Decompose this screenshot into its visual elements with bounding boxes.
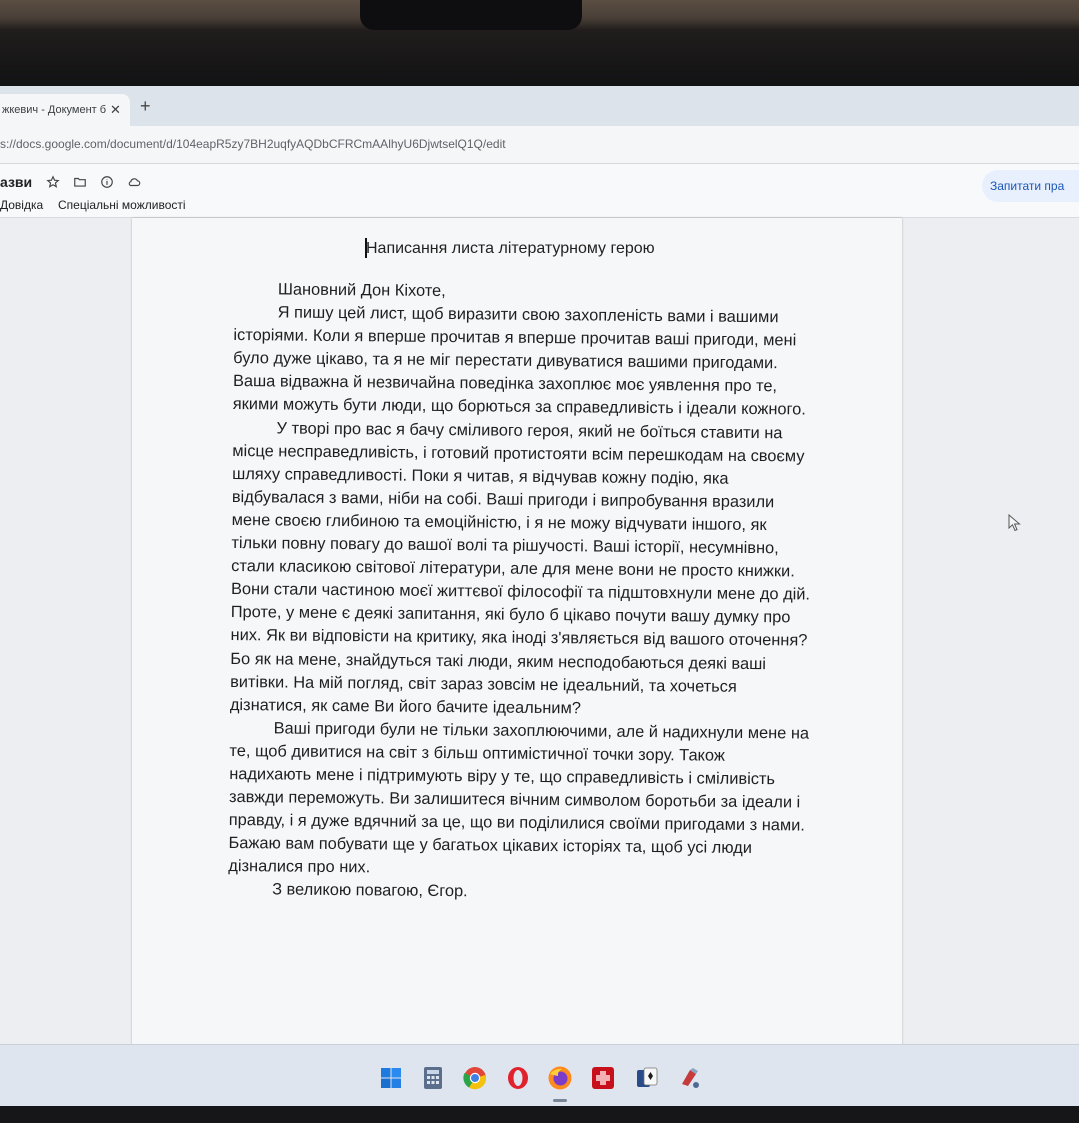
screen: жкевич - Документ бе ✕ + s://docs.google…: [0, 86, 1079, 1106]
taskbar: [0, 1044, 1079, 1106]
move-to-folder-icon[interactable]: [71, 173, 89, 191]
menu-help[interactable]: Довідка: [0, 198, 43, 212]
monitor-bezel: [0, 0, 1079, 88]
document-canvas: Написання листа літературному герою Шано…: [0, 218, 1079, 1106]
tab-title: жкевич - Документ бе: [2, 104, 106, 116]
active-app-indicator: [553, 1099, 567, 1102]
share-button[interactable]: Запитати пра: [982, 170, 1079, 202]
webcam: [360, 0, 582, 30]
star-icon[interactable]: [44, 173, 62, 191]
red-app-icon[interactable]: [590, 1065, 616, 1091]
mouse-pointer-icon: [1008, 514, 1021, 532]
paragraph: Я пишу цей лист, щоб виразити свою захоп…: [232, 303, 806, 419]
menu-accessibility[interactable]: Спеціальні можливості: [58, 198, 186, 212]
browser-tab[interactable]: жкевич - Документ бе ✕: [0, 94, 130, 126]
cloud-saved-icon[interactable]: [125, 173, 143, 191]
signature-line: З великою повагою, Єгор.: [272, 880, 468, 901]
info-icon[interactable]: [98, 173, 116, 191]
share-button-label: Запитати пра: [990, 179, 1065, 193]
chrome-icon[interactable]: [462, 1065, 488, 1091]
paragraph: Ваші пригоди були не тільки захоплюючими…: [228, 719, 810, 877]
new-tab-button[interactable]: +: [140, 96, 151, 117]
address-bar[interactable]: s://docs.google.com/document/d/104eapR5z…: [0, 126, 1079, 164]
windows-start-icon[interactable]: [378, 1065, 404, 1091]
document-title[interactable]: азви: [0, 174, 32, 190]
opera-icon[interactable]: [505, 1065, 531, 1091]
url-text[interactable]: s://docs.google.com/document/d/104eapR5z…: [0, 137, 506, 151]
solitaire-icon[interactable]: [634, 1065, 660, 1091]
tab-bar: жкевич - Документ бе ✕ +: [0, 86, 1079, 126]
paragraph: У творі про вас я бачу сміливого героя, …: [229, 418, 811, 718]
firefox-icon[interactable]: [547, 1065, 573, 1091]
monitor-bezel-bottom: [0, 1106, 1079, 1123]
calculator-icon[interactable]: [420, 1065, 446, 1091]
docs-header: азви Довідка Спеціальні можливості Запит…: [0, 164, 1079, 218]
document-heading: Написання листа літературному герою: [366, 240, 655, 257]
paint-icon[interactable]: [677, 1065, 703, 1091]
document-page[interactable]: Написання листа літературному герою Шано…: [132, 218, 902, 1048]
document-body: Шановний Дон Кіхоте, Я пишу цей лист, що…: [228, 278, 814, 907]
tab-close-icon[interactable]: ✕: [110, 102, 121, 118]
